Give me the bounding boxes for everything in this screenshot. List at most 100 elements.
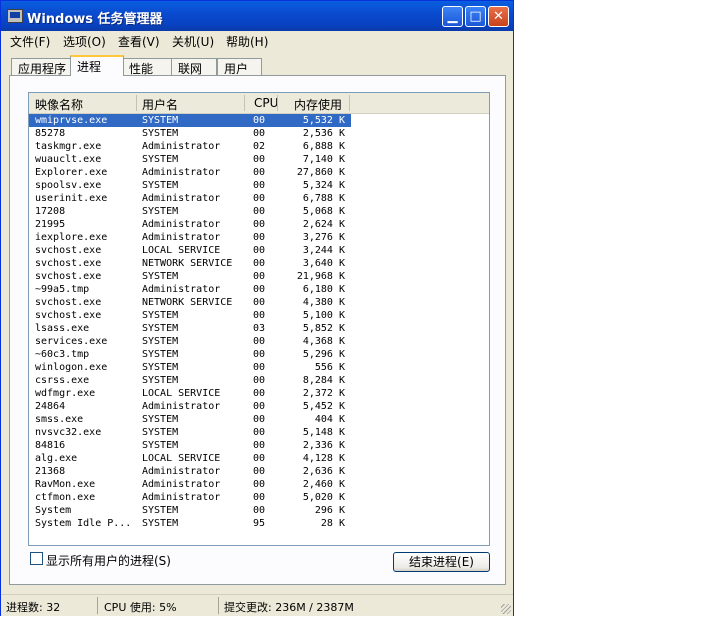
process-image-name: services.exe: [35, 336, 108, 347]
process-memory: 2,460 K: [302, 479, 345, 490]
process-cpu: 00: [253, 466, 266, 477]
maximize-icon: □: [469, 9, 482, 24]
table-row[interactable]: 21995 Administrator 00 2,624 K: [29, 218, 489, 231]
menu-shutdown[interactable]: 关机(U): [172, 33, 214, 50]
process-image-name: System: [35, 505, 72, 516]
table-row[interactable]: 24864 Administrator 00 5,452 K: [29, 400, 489, 413]
process-image-name: spoolsv.exe: [35, 180, 102, 191]
process-user-name: SYSTEM: [142, 323, 179, 334]
column-divider[interactable]: [136, 95, 137, 111]
process-cpu: 00: [253, 154, 266, 165]
process-user-name: SYSTEM: [142, 505, 179, 516]
table-row[interactable]: iexplore.exe Administrator 00 3,276 K: [29, 231, 489, 244]
show-all-users-checkbox[interactable]: [30, 552, 43, 565]
table-row[interactable]: svchost.exe NETWORK SERVICE 00 4,380 K: [29, 296, 489, 309]
title-bar[interactable]: Windows 任务管理器 ▁ □ ✕: [1, 1, 513, 31]
process-cpu: 03: [253, 323, 266, 334]
table-row[interactable]: System SYSTEM 00 296 K: [29, 504, 489, 517]
process-cpu: 02: [253, 141, 266, 152]
tab-processes[interactable]: 进程: [70, 55, 124, 76]
column-memory[interactable]: 内存使用: [294, 96, 342, 113]
table-row[interactable]: RavMon.exe Administrator 00 2,460 K: [29, 478, 489, 491]
process-user-name: SYSTEM: [142, 440, 179, 451]
table-row[interactable]: services.exe SYSTEM 00 4,368 K: [29, 335, 489, 348]
column-image-name[interactable]: 映像名称: [35, 96, 83, 113]
menu-help[interactable]: 帮助(H): [226, 33, 268, 50]
process-list[interactable]: 映像名称 用户名 CPU 内存使用 wmiprvse.exe SYSTEM 00 5,…: [28, 92, 490, 546]
table-row[interactable]: wdfmgr.exe LOCAL SERVICE 00 2,372 K: [29, 387, 489, 400]
table-row[interactable]: taskmgr.exe Administrator 02 6,888 K: [29, 140, 489, 153]
table-row[interactable]: svchost.exe LOCAL SERVICE 00 3,244 K: [29, 244, 489, 257]
process-user-name: Administrator: [142, 232, 221, 243]
table-row[interactable]: 21368 Administrator 00 2,636 K: [29, 465, 489, 478]
tab-performance[interactable]: 性能: [122, 58, 172, 76]
process-image-name: ctfmon.exe: [35, 492, 96, 503]
process-memory: 27,860 K: [296, 167, 345, 178]
table-row[interactable]: lsass.exe SYSTEM 03 5,852 K: [29, 322, 489, 335]
tab-applications[interactable]: 应用程序: [11, 58, 71, 76]
table-row[interactable]: csrss.exe SYSTEM 00 8,284 K: [29, 374, 489, 387]
tab-networking[interactable]: 联网: [171, 58, 217, 76]
process-memory: 556 K: [314, 362, 345, 373]
process-memory: 5,452 K: [302, 401, 345, 412]
column-divider[interactable]: [244, 95, 245, 111]
status-cpu-usage: CPU 使用: 5%: [104, 601, 177, 614]
process-user-name: Administrator: [142, 284, 221, 295]
table-row[interactable]: userinit.exe Administrator 00 6,788 K: [29, 192, 489, 205]
process-image-name: svchost.exe: [35, 310, 102, 321]
process-image-name: wmiprvse.exe: [35, 115, 108, 126]
table-row[interactable]: alg.exe LOCAL SERVICE 00 4,128 K: [29, 452, 489, 465]
table-row[interactable]: nvsvc32.exe SYSTEM 00 5,148 K: [29, 426, 489, 439]
process-memory: 5,296 K: [302, 349, 345, 360]
tab-users[interactable]: 用户: [217, 58, 262, 76]
show-all-users-label[interactable]: 显示所有用户的进程(S): [46, 552, 171, 569]
process-user-name: SYSTEM: [142, 518, 179, 529]
column-divider[interactable]: [349, 95, 350, 111]
column-user-name[interactable]: 用户名: [142, 96, 178, 113]
table-row[interactable]: Explorer.exe Administrator 00 27,860 K: [29, 166, 489, 179]
process-cpu: 00: [253, 414, 266, 425]
table-row[interactable]: ctfmon.exe Administrator 00 5,020 K: [29, 491, 489, 504]
process-memory: 2,536 K: [302, 128, 345, 139]
minimize-button[interactable]: ▁: [442, 6, 463, 27]
table-row[interactable]: 84816 SYSTEM 00 2,336 K: [29, 439, 489, 452]
menu-file[interactable]: 文件(F): [10, 33, 50, 50]
table-row[interactable]: wmiprvse.exe SYSTEM 00 5,532 K: [29, 114, 351, 127]
table-row[interactable]: svchost.exe SYSTEM 00 21,968 K: [29, 270, 489, 283]
menu-options[interactable]: 选项(O): [63, 33, 106, 50]
table-row[interactable]: svchost.exe NETWORK SERVICE 00 3,640 K: [29, 257, 489, 270]
maximize-button[interactable]: □: [465, 6, 486, 27]
process-cpu: 00: [253, 258, 266, 269]
process-user-name: SYSTEM: [142, 349, 179, 360]
table-row[interactable]: winlogon.exe SYSTEM 00 556 K: [29, 361, 489, 374]
process-cpu: 00: [253, 492, 266, 503]
close-icon: ✕: [493, 9, 504, 24]
process-image-name: System Idle P...: [35, 518, 132, 529]
process-cpu: 00: [253, 440, 266, 451]
table-row[interactable]: smss.exe SYSTEM 00 404 K: [29, 413, 489, 426]
table-row[interactable]: ~99a5.tmp Administrator 00 6,180 K: [29, 283, 489, 296]
column-divider[interactable]: [277, 95, 278, 111]
process-image-name: svchost.exe: [35, 271, 102, 282]
process-memory: 5,020 K: [302, 492, 345, 503]
table-row[interactable]: 85278 SYSTEM 00 2,536 K: [29, 127, 489, 140]
resize-grip[interactable]: [501, 604, 511, 614]
process-cpu: 00: [253, 388, 266, 399]
table-row[interactable]: ~60c3.tmp SYSTEM 00 5,296 K: [29, 348, 489, 361]
process-memory: 404 K: [314, 414, 345, 425]
close-button[interactable]: ✕: [488, 6, 509, 27]
table-row[interactable]: System Idle P... SYSTEM 95 28 K: [29, 517, 489, 530]
menu-view[interactable]: 查看(V): [118, 33, 160, 50]
table-row[interactable]: svchost.exe SYSTEM 00 5,100 K: [29, 309, 489, 322]
table-row[interactable]: 17208 SYSTEM 00 5,068 K: [29, 205, 489, 218]
table-row[interactable]: spoolsv.exe SYSTEM 00 5,324 K: [29, 179, 489, 192]
task-manager-icon: [7, 9, 23, 23]
column-cpu[interactable]: CPU: [254, 96, 278, 110]
end-process-button[interactable]: 结束进程(E): [393, 552, 490, 572]
process-image-name: 84816: [35, 440, 66, 451]
table-row[interactable]: wuauclt.exe SYSTEM 00 7,140 K: [29, 153, 489, 166]
process-memory: 4,128 K: [302, 453, 345, 464]
process-user-name: SYSTEM: [142, 375, 179, 386]
process-image-name: svchost.exe: [35, 297, 102, 308]
process-cpu: 00: [253, 128, 266, 139]
